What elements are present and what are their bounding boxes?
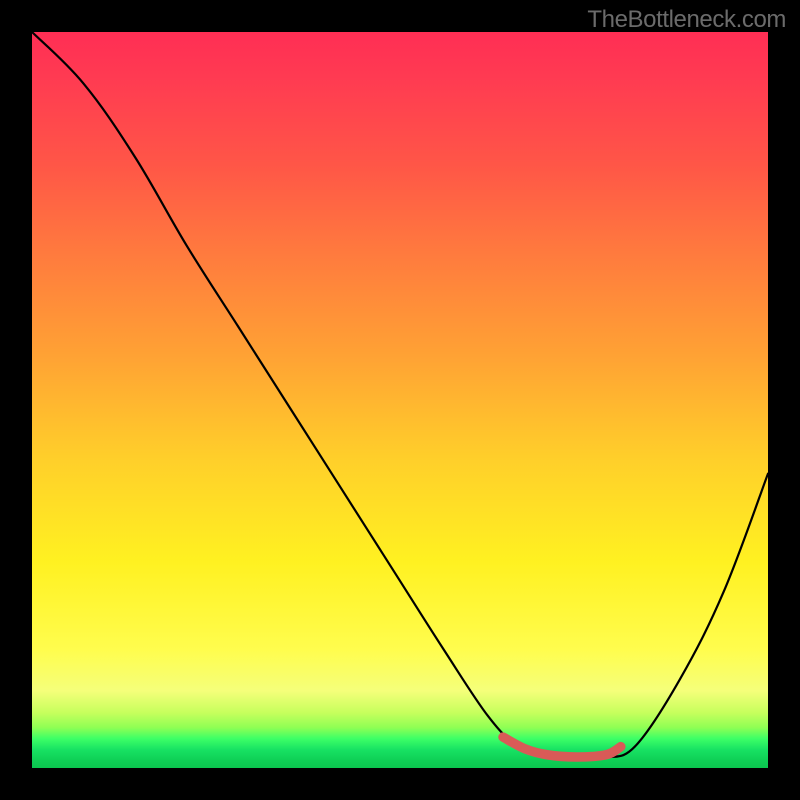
watermark-text: TheBottleneck.com <box>587 6 786 34</box>
chart-plot-area <box>32 32 768 768</box>
optimal-range-marker-path <box>503 737 621 757</box>
chart-svg <box>32 32 768 768</box>
bottleneck-curve-path <box>32 32 768 759</box>
chart-frame <box>32 32 768 768</box>
